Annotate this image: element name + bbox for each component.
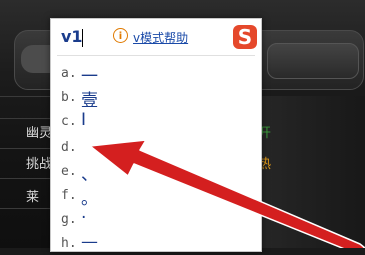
ime-divider: [57, 55, 255, 56]
row-label-3: 莱: [26, 190, 40, 205]
candidate-value: 。: [81, 189, 98, 209]
candidate-c[interactable]: c. I: [59, 109, 249, 133]
row-label-1: 幽灵: [26, 126, 53, 141]
ime-candidate-window: v1 i v模式帮助 S a. 一 b. 壹 c. I d. e. 、 f. 。…: [50, 18, 262, 252]
candidate-key: c.: [61, 114, 77, 129]
candidate-g[interactable]: g. ·: [59, 207, 249, 231]
candidate-value: 、: [81, 165, 98, 185]
candidate-f[interactable]: f. 。: [59, 183, 249, 209]
candidate-key: h.: [61, 236, 77, 251]
candidate-value: 壹: [81, 91, 98, 111]
candidate-value: ·: [81, 208, 87, 228]
candidate-d[interactable]: d.: [59, 135, 249, 159]
candidate-key: b.: [61, 90, 77, 105]
candidate-key: f.: [61, 188, 77, 203]
candidate-value: I: [81, 110, 87, 130]
candidate-value: 一: [81, 67, 98, 87]
candidate-key: g.: [61, 212, 77, 227]
candidate-key: d.: [61, 140, 77, 155]
right-column: [262, 96, 365, 248]
candidate-a[interactable]: a. 一: [59, 61, 249, 87]
text-caret: [82, 29, 83, 47]
svg-text:S: S: [238, 25, 252, 49]
toolbar-right-button[interactable]: [267, 43, 359, 79]
candidate-key: a.: [61, 66, 77, 81]
candidate-value: —: [81, 232, 98, 252]
ime-composition-text: v1: [61, 27, 83, 46]
row-label-2: 挑战: [26, 157, 53, 172]
candidate-key: e.: [61, 164, 77, 179]
info-icon[interactable]: i: [113, 28, 128, 43]
candidate-e[interactable]: e. 、: [59, 159, 249, 185]
v-mode-help-link[interactable]: v模式帮助: [133, 29, 188, 46]
candidate-h[interactable]: h. —: [59, 231, 249, 255]
ime-header: v1 i v模式帮助 S: [51, 19, 261, 59]
sogou-logo[interactable]: S: [232, 24, 258, 50]
candidate-b[interactable]: b. 壹: [59, 85, 249, 111]
